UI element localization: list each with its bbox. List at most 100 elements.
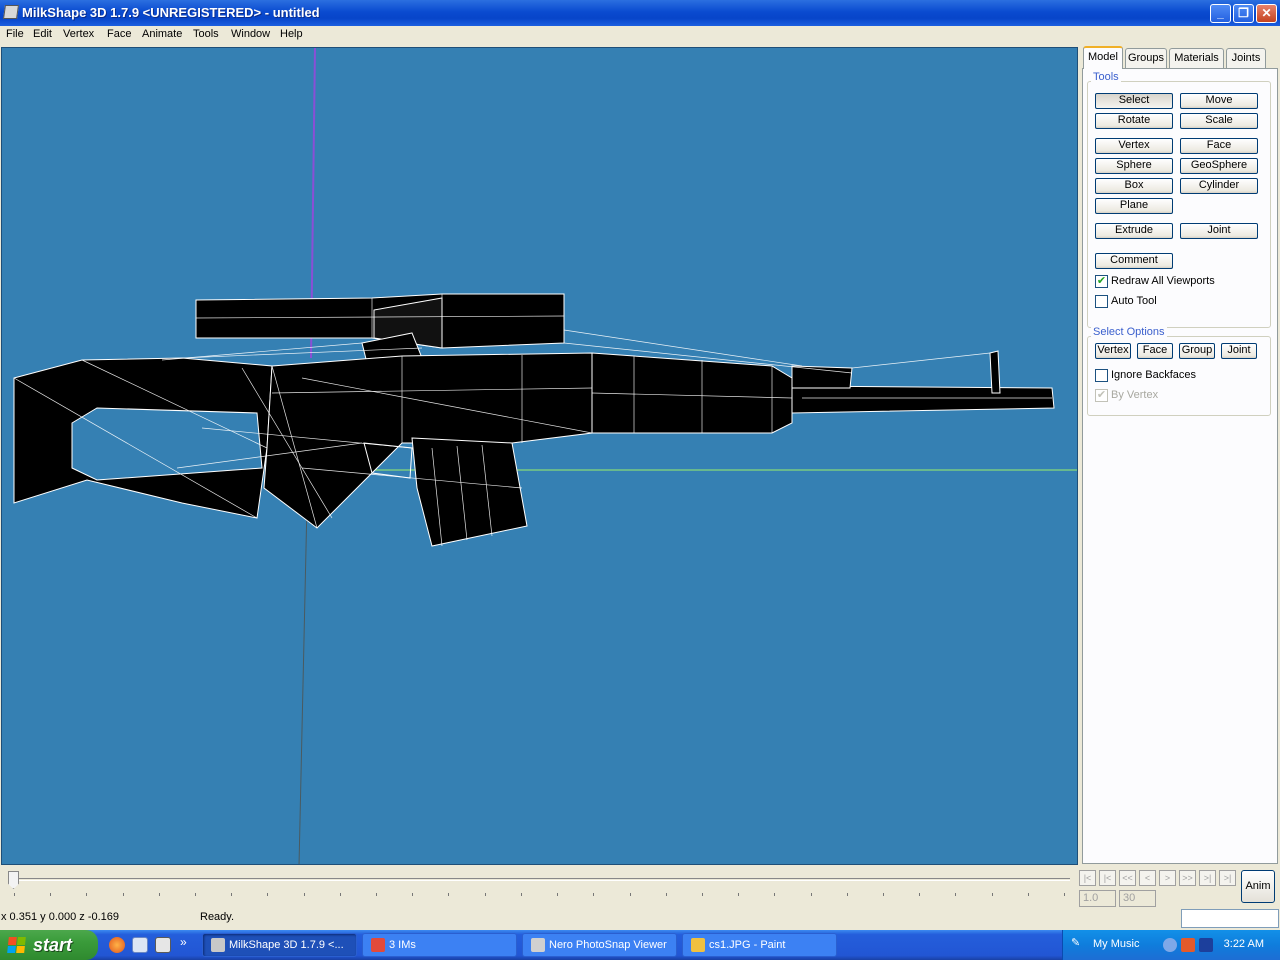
select-vertex-button[interactable]: Vertex (1095, 343, 1131, 359)
first-frame-button[interactable]: |< (1079, 870, 1096, 886)
desktop-quicklaunch-icon[interactable] (155, 937, 171, 953)
play-media-icon[interactable] (1199, 938, 1213, 952)
select-tool-button[interactable]: Select (1095, 93, 1173, 109)
extrude-tool-button[interactable]: Extrude (1095, 223, 1173, 239)
cylinder-tool-button[interactable]: Cylinder (1180, 178, 1258, 194)
menu-face[interactable]: Face (107, 28, 131, 40)
vertex-tool-button[interactable]: Vertex (1095, 138, 1173, 154)
sphere-tool-button[interactable]: Sphere (1095, 158, 1173, 174)
geosphere-tool-button[interactable]: GeoSphere (1180, 158, 1258, 174)
ignore-backfaces-checkbox[interactable] (1095, 369, 1108, 382)
plane-tool-button[interactable]: Plane (1095, 198, 1173, 214)
menu-tools[interactable]: Tools (193, 28, 219, 40)
timeline-tick (557, 893, 559, 896)
close-button[interactable]: ✕ (1256, 4, 1277, 23)
select-face-button[interactable]: Face (1137, 343, 1173, 359)
menu-vertex[interactable]: Vertex (63, 28, 94, 40)
task-paint-label: cs1.JPG - Paint (709, 939, 786, 951)
ignore-backfaces-label: Ignore Backfaces (1111, 369, 1196, 381)
tab-materials[interactable]: Materials (1169, 48, 1224, 68)
maximize-button[interactable]: ❐ (1233, 4, 1254, 23)
fast-forward-button[interactable]: >> (1179, 870, 1196, 886)
face-tool-button[interactable]: Face (1180, 138, 1258, 154)
total-frames-field[interactable]: 30 (1119, 890, 1156, 907)
joint-tool-button[interactable]: Joint (1180, 223, 1258, 239)
rotate-tool-button[interactable]: Rotate (1095, 113, 1173, 129)
move-tool-button[interactable]: Move (1180, 93, 1258, 109)
timeline-tick (665, 893, 667, 896)
menu-help[interactable]: Help (280, 28, 303, 40)
task-nero-label: Nero PhotoSnap Viewer (549, 939, 667, 951)
prev-frame-button[interactable]: < (1139, 870, 1156, 886)
next-key-button[interactable]: >| (1199, 870, 1216, 886)
timeline-tick (195, 893, 197, 896)
timeline-tick (991, 893, 993, 896)
my-music-toolbar[interactable]: My Music (1093, 938, 1139, 950)
task-milkshape-label: MilkShape 3D 1.7.9 <... (229, 939, 344, 951)
tray-tools-icon[interactable]: ✎ (1071, 936, 1080, 949)
task-milkshape[interactable]: MilkShape 3D 1.7.9 <... (202, 933, 357, 957)
minimize-button[interactable]: _ (1210, 4, 1231, 23)
menu-window[interactable]: Window (231, 28, 270, 40)
tab-model[interactable]: Model (1083, 46, 1123, 69)
tab-groups[interactable]: Groups (1125, 48, 1167, 68)
scale-tool-button[interactable]: Scale (1180, 113, 1258, 129)
cursor-coordinates: x 0.351 y 0.000 z -0.169 (1, 911, 120, 923)
menu-animate[interactable]: Animate (142, 28, 182, 40)
firefox-quicklaunch-icon[interactable] (109, 937, 125, 953)
timeline-tick (520, 893, 522, 896)
next-frame-button[interactable]: > (1159, 870, 1176, 886)
anim-button[interactable]: Anim (1241, 870, 1275, 903)
timeline-tick (1027, 893, 1029, 896)
timeline-tick (267, 893, 269, 896)
tools-group-label: Tools (1091, 71, 1121, 83)
clock: 3:22 AM (1223, 938, 1264, 950)
status-field (1181, 909, 1279, 928)
timeline-tick (86, 893, 88, 896)
timeline-slider-thumb[interactable] (8, 871, 19, 889)
window-title: MilkShape 3D 1.7.9 <UNREGISTERED> - unti… (22, 5, 320, 20)
title-bar: MilkShape 3D 1.7.9 <UNREGISTERED> - unti… (0, 0, 1280, 26)
timeline-tick (955, 893, 957, 896)
milkshape-app-icon[interactable] (3, 5, 19, 19)
timeline-tick (774, 893, 776, 896)
task-nero-photosnap[interactable]: Nero PhotoSnap Viewer (522, 933, 677, 957)
redraw-all-viewports-label: Redraw All Viewports (1111, 275, 1215, 287)
timeline-tick (846, 893, 848, 896)
current-frame-field[interactable]: 1.0 (1079, 890, 1116, 907)
animation-timeline: |< |< << < > >> >| >| 1.0 30 Anim (0, 866, 1280, 908)
auto-tool-checkbox[interactable] (1095, 295, 1108, 308)
status-bar: x 0.351 y 0.000 z -0.169 Ready. (0, 908, 1280, 930)
prev-key-button[interactable]: |< (1099, 870, 1116, 886)
timeline-tick (448, 893, 450, 896)
media-quicklaunch-icon[interactable] (132, 937, 148, 953)
last-frame-button[interactable]: >| (1219, 870, 1236, 886)
3d-viewport[interactable] (1, 47, 1078, 865)
start-button[interactable]: start (0, 930, 98, 960)
milkshape-task-icon (211, 938, 225, 952)
timeline-tick (412, 893, 414, 896)
task-paint[interactable]: cs1.JPG - Paint (682, 933, 837, 957)
timeline-tick (122, 893, 124, 896)
rewind-button[interactable]: << (1119, 870, 1136, 886)
right-panel: Model Groups Materials Joints Tools Sele… (1080, 46, 1280, 866)
tab-joints[interactable]: Joints (1226, 48, 1266, 68)
comment-tool-button[interactable]: Comment (1095, 253, 1173, 269)
timeline-tick (882, 893, 884, 896)
timeline-tick (339, 893, 341, 896)
timeline-track[interactable] (8, 878, 1070, 881)
redraw-all-viewports-checkbox[interactable]: ✔ (1095, 275, 1108, 288)
magazine (411, 437, 528, 547)
timeline-tick (231, 893, 233, 896)
task-ims[interactable]: 3 IMs (362, 933, 517, 957)
tray-app-icon[interactable] (1181, 938, 1195, 952)
back-media-icon[interactable] (1163, 938, 1177, 952)
menu-file[interactable]: File (6, 28, 24, 40)
box-tool-button[interactable]: Box (1095, 178, 1173, 194)
select-group-button[interactable]: Group (1179, 343, 1215, 359)
auto-tool-label: Auto Tool (1111, 295, 1157, 307)
select-joint-button[interactable]: Joint (1221, 343, 1257, 359)
quicklaunch-chevron-icon[interactable]: » (180, 935, 187, 949)
menu-edit[interactable]: Edit (33, 28, 52, 40)
timeline-tick (14, 893, 15, 896)
